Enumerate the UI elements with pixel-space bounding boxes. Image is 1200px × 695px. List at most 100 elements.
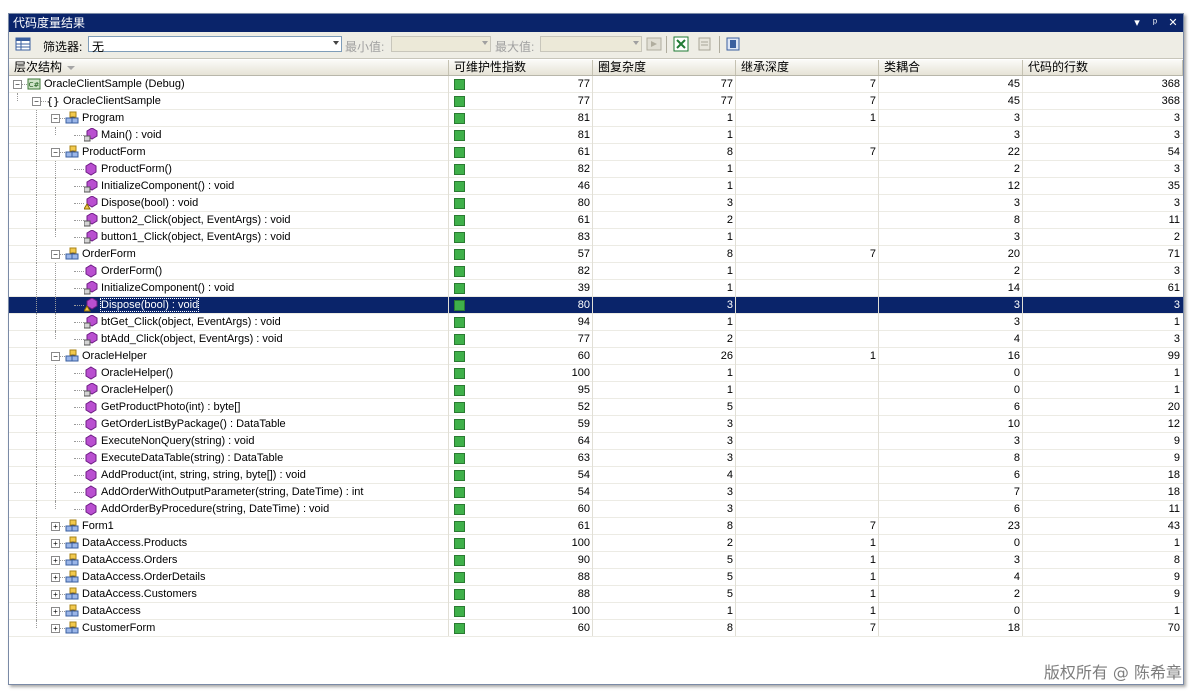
- metric-di-cell: [736, 263, 879, 279]
- metric-cc-cell: 5: [726, 401, 733, 413]
- node-name: OracleClientSample: [63, 95, 161, 107]
- node-name: button2_Click(object, EventArgs) : void: [101, 214, 291, 226]
- filter-select[interactable]: 无: [88, 36, 342, 54]
- expand-icon[interactable]: +: [51, 539, 60, 548]
- metric-cc-cell: 1: [726, 316, 733, 328]
- metric-cc-cell: 8: [726, 146, 733, 158]
- table-row[interactable]: + DataAccess.Customers 88 5 1 2 9: [9, 586, 1183, 603]
- expand-icon[interactable]: +: [51, 590, 60, 599]
- column-header-cell[interactable]: 层次结构: [9, 60, 449, 75]
- method-icon: [84, 451, 98, 465]
- class-icon: [65, 621, 79, 635]
- grid-view-icon[interactable]: [15, 36, 31, 52]
- expand-icon[interactable]: +: [51, 556, 60, 565]
- table-row[interactable]: − OracleHelper 60 26 1 16 99: [9, 348, 1183, 365]
- collapse-icon[interactable]: −: [51, 114, 60, 123]
- tree-connector: [17, 93, 18, 101]
- table-row[interactable]: btAdd_Click(object, EventArgs) : void 77 2…: [9, 331, 1183, 348]
- apply-filter-icon[interactable]: [646, 36, 662, 52]
- close-icon[interactable]: ✕: [1167, 14, 1179, 32]
- metric-cp-cell: 23: [1007, 520, 1020, 532]
- table-row[interactable]: GetOrderListByPackage() : DataTable 59 3 10…: [9, 416, 1183, 433]
- excel-export-icon[interactable]: [673, 36, 689, 52]
- copy-icon[interactable]: [697, 36, 713, 52]
- method-lock-icon: [83, 212, 98, 227]
- node-name: ExecuteNonQuery(string) : void: [101, 435, 255, 447]
- tree-connector: [36, 161, 37, 178]
- expand-icon[interactable]: +: [51, 624, 60, 633]
- collapse-icon[interactable]: −: [51, 148, 60, 157]
- tree-connector: [36, 450, 37, 467]
- tree-node-label: button2_Click(object, EventArgs) : void: [101, 212, 291, 228]
- table-row[interactable]: button2_Click(object, EventArgs) : void 6…: [9, 212, 1183, 229]
- table-row[interactable]: OrderForm() 82 1 2 3: [9, 263, 1183, 280]
- tree-connector: [36, 433, 37, 450]
- table-row[interactable]: button1_Click(object, EventArgs) : void 8…: [9, 229, 1183, 246]
- tree-connector: [55, 127, 56, 135]
- tree-node-label: ProductForm(): [101, 161, 172, 177]
- column-header-cell[interactable]: 可维护性指数: [449, 60, 593, 75]
- table-row[interactable]: + DataAccess.Products 100 2 1 0 1: [9, 535, 1183, 552]
- collapse-icon[interactable]: −: [13, 80, 22, 89]
- tree-connector: [55, 314, 56, 331]
- metric-cc-cell: 3: [726, 299, 733, 311]
- metric-cp-cell: 0: [1013, 605, 1020, 617]
- maintainability-indicator-icon: [454, 385, 465, 396]
- table-row[interactable]: AddOrderWithOutputParameter(string, Date…: [9, 484, 1183, 501]
- tree-node-label: Main() : void: [101, 127, 162, 143]
- tree-node-label: AddOrderWithOutputParameter(string, Date…: [101, 484, 363, 500]
- table-row[interactable]: InitializeComponent() : void 46 1 12 35: [9, 178, 1183, 195]
- maintainability-indicator-icon: [454, 79, 465, 90]
- metric-cp-cell: 8: [1013, 452, 1020, 464]
- collapse-icon[interactable]: −: [51, 352, 60, 361]
- pin-icon[interactable]: ᵖ: [1149, 14, 1161, 32]
- column-header-cell[interactable]: 代码的行数: [1023, 60, 1183, 75]
- column-header-cell[interactable]: 类耦合: [879, 60, 1023, 75]
- collapse-icon[interactable]: −: [51, 250, 60, 259]
- column-header-cell[interactable]: 继承深度: [736, 60, 879, 75]
- refresh-icon[interactable]: [725, 36, 741, 52]
- table-row[interactable]: + CustomerForm 60 8 7 18 70: [9, 620, 1183, 637]
- table-row[interactable]: GetProductPhoto(int) : byte[] 52 5 6 20: [9, 399, 1183, 416]
- metric-cc-cell: 1: [726, 367, 733, 379]
- table-row[interactable]: Main() : void 81 1 3 3: [9, 127, 1183, 144]
- metric-mi-cell: 52: [577, 401, 590, 413]
- expand-icon[interactable]: +: [51, 573, 60, 582]
- table-row[interactable]: btGet_Click(object, EventArgs) : void 94 1…: [9, 314, 1183, 331]
- table-row[interactable]: + DataAccess 100 1 1 0 1: [9, 603, 1183, 620]
- metric-cc-cell: 8: [726, 248, 733, 260]
- max-value-select[interactable]: [540, 36, 642, 52]
- table-row[interactable]: OracleHelper() 100 1 0 1: [9, 365, 1183, 382]
- table-row[interactable]: ProductForm() 82 1 2 3: [9, 161, 1183, 178]
- table-row[interactable]: − C# OracleClientSample (Debug) 77 77 7 45 368: [9, 76, 1183, 93]
- metric-loc-cell: 9: [1173, 588, 1180, 600]
- metric-cp-cell: 2: [1013, 265, 1020, 277]
- table-row[interactable]: Dispose(bool) : void 80 3 3 3: [9, 195, 1183, 212]
- table-row[interactable]: AddProduct(int, string, string, byte[]) …: [9, 467, 1183, 484]
- tree-node-label: CustomerForm: [82, 620, 155, 636]
- table-row[interactable]: ExecuteNonQuery(string) : void 64 3 3 9: [9, 433, 1183, 450]
- table-row[interactable]: Dispose(bool) : void 80 3 3 3: [9, 297, 1183, 314]
- metric-mi-cell: 88: [577, 571, 590, 583]
- table-row[interactable]: −{} OracleClientSample 77 77 7 45 368: [9, 93, 1183, 110]
- table-row[interactable]: − Program 81 1 1 3 3: [9, 110, 1183, 127]
- table-row[interactable]: − OrderForm 57 8 7 20 71: [9, 246, 1183, 263]
- table-row[interactable]: AddOrderByProcedure(string, DateTime) : …: [9, 501, 1183, 518]
- table-row[interactable]: ExecuteDataTable(string) : DataTable 63 3 8…: [9, 450, 1183, 467]
- column-header-cell[interactable]: 圈复杂度: [593, 60, 736, 75]
- min-value-select[interactable]: [391, 36, 491, 52]
- expand-icon[interactable]: +: [51, 522, 60, 531]
- table-row[interactable]: OracleHelper() 95 1 0 1: [9, 382, 1183, 399]
- table-row[interactable]: InitializeComponent() : void 39 1 14 61: [9, 280, 1183, 297]
- expand-icon[interactable]: +: [51, 607, 60, 616]
- table-row[interactable]: − ProductForm 61 8 7 22 54: [9, 144, 1183, 161]
- table-row[interactable]: + Form1 61 8 7 23 43: [9, 518, 1183, 535]
- tree-connector: [55, 382, 56, 399]
- table-row[interactable]: + DataAccess.OrderDetails 88 5 1 4 9: [9, 569, 1183, 586]
- collapse-icon[interactable]: −: [32, 97, 41, 106]
- dropdown-icon[interactable]: ▾: [1131, 14, 1143, 32]
- tree-connector: [36, 331, 37, 348]
- metric-loc-cell: 1: [1173, 367, 1180, 379]
- table-row[interactable]: + DataAccess.Orders 90 5 1 3 8: [9, 552, 1183, 569]
- tree-connector: [74, 220, 84, 221]
